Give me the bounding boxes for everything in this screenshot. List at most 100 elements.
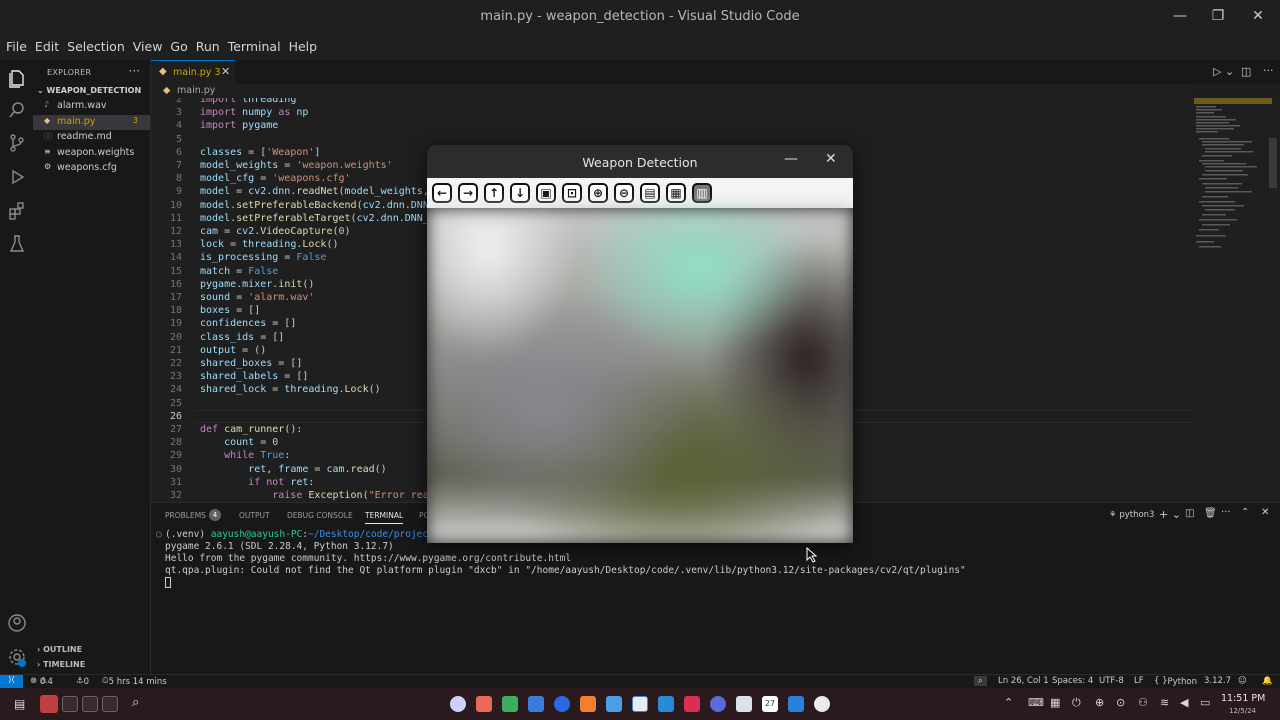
editor-more-icon[interactable]: ··· — [1263, 64, 1274, 77]
tab-main-py[interactable]: ◆ main.py 3 ✕ — [151, 60, 235, 84]
menu-go[interactable]: Go — [170, 39, 187, 54]
tray-wifi-icon[interactable]: ≋ — [1160, 696, 1169, 709]
language-mode[interactable]: { } Python — [1154, 676, 1197, 687]
weapon-detection-window[interactable]: Weapon Detection — ✕ ← → ↑ ↓ ▣ ⊡ ⊕ ⊖ ▤ ▦ ▥ — [427, 145, 853, 543]
breadcrumb-file[interactable]: main.py — [177, 85, 215, 96]
minimize-icon[interactable]: — — [1170, 8, 1190, 26]
image-icon[interactable]: ▣ — [536, 183, 556, 203]
menu-edit[interactable]: Edit — [35, 39, 59, 54]
clipboard-icon[interactable]: ▦ — [666, 183, 686, 203]
menu-help[interactable]: Help — [289, 39, 318, 54]
tray-download-icon[interactable]: ⊕ — [1095, 696, 1104, 709]
app-store-icon[interactable] — [476, 696, 492, 712]
windows-app-icon[interactable] — [606, 696, 622, 712]
workspace-3[interactable] — [82, 696, 98, 712]
copilot-icon[interactable]: ☺ — [1238, 676, 1247, 686]
menu-terminal[interactable]: Terminal — [228, 39, 281, 54]
editor-app-icon[interactable] — [632, 696, 648, 712]
workspace-folder[interactable]: ⌄ WEAPON_DETECTION — [37, 86, 141, 95]
file-item[interactable]: ≡ weapon.weights — [33, 146, 150, 161]
tray-volume-icon[interactable]: ◀ — [1180, 696, 1188, 709]
arrow-right-icon[interactable]: → — [458, 183, 478, 203]
settings-icon[interactable] — [710, 696, 726, 712]
tray-record-icon[interactable]: ⊙ — [1116, 696, 1125, 709]
workspace-1[interactable] — [40, 695, 58, 713]
arrow-down-icon[interactable]: ↓ — [510, 183, 530, 203]
zoom-icon[interactable]: ⌕ — [974, 676, 987, 686]
extensions-icon[interactable] — [7, 201, 27, 221]
vscode-icon[interactable] — [788, 696, 804, 712]
zoom-in-icon[interactable]: ⊕ — [588, 183, 608, 203]
outline-section[interactable]: › OUTLINE — [37, 645, 82, 654]
image-settings-icon[interactable]: ⊡ — [562, 183, 582, 203]
close-panel-icon[interactable]: ✕ — [1261, 507, 1269, 518]
problems-status[interactable]: ⊗ 0 ⚠ 4 — [30, 676, 53, 687]
tray-chevron-icon[interactable]: ⌃ — [1004, 696, 1013, 709]
browser-icon[interactable] — [554, 696, 570, 712]
chat-icon[interactable] — [658, 696, 674, 712]
menu-run[interactable]: Run — [196, 39, 220, 54]
trash-icon[interactable] — [736, 696, 752, 712]
close-tab-icon[interactable]: ✕ — [221, 65, 230, 78]
minimize-icon[interactable]: — — [784, 151, 800, 169]
music-icon[interactable] — [502, 696, 518, 712]
end-of-line[interactable]: LF — [1134, 676, 1144, 686]
run-debug-icon[interactable] — [7, 167, 27, 187]
zoom-out-icon[interactable]: ⊖ — [614, 183, 634, 203]
file-item[interactable]: ◆ main.py 3 — [33, 114, 150, 130]
indentation[interactable]: Spaces: 4 — [1052, 676, 1093, 686]
settings-gear-icon[interactable] — [7, 647, 27, 667]
python-version[interactable]: 3.12.7 — [1204, 676, 1231, 686]
panel-tab-terminal[interactable]: TERMINAL — [365, 511, 404, 524]
obs-icon[interactable] — [814, 696, 830, 712]
run-python-icon[interactable]: ▷ ⌄ — [1213, 65, 1234, 78]
file-item[interactable]: ⚙ weapons.cfg — [33, 161, 150, 176]
workspace-4[interactable] — [102, 696, 118, 712]
new-terminal-icon[interactable]: + ⌄ — [1159, 508, 1181, 521]
browser-2-icon[interactable] — [580, 696, 596, 712]
arrow-left-icon[interactable]: ← — [432, 183, 452, 203]
remote-indicator-icon[interactable]: ⟩⟨ — [0, 675, 23, 689]
menu-file[interactable]: File — [6, 39, 27, 54]
save-icon[interactable]: ▤ — [640, 183, 660, 203]
account-icon[interactable] — [7, 613, 27, 633]
close-icon[interactable]: ✕ — [1248, 8, 1268, 26]
tray-power-icon[interactable]: ⏻ — [1072, 696, 1081, 710]
close-icon[interactable]: ✕ — [825, 151, 841, 169]
menu-view[interactable]: View — [133, 39, 163, 54]
wakatime-status[interactable]: ⏲ 5 hrs 14 mins — [102, 676, 167, 687]
properties-icon[interactable]: ▥ — [692, 183, 712, 203]
mail-icon[interactable] — [684, 696, 700, 712]
file-item[interactable]: ⓘ readme.md — [33, 130, 150, 145]
explorer-icon[interactable] — [7, 68, 27, 88]
panel-tab-output[interactable]: OUTPUT — [239, 511, 270, 520]
panel-more-icon[interactable]: ··· — [1221, 507, 1231, 518]
split-terminal-icon[interactable]: ◫ — [1185, 508, 1194, 519]
kill-terminal-icon[interactable]: 🗑 — [1204, 508, 1217, 519]
ports-status[interactable]: ⚓ 0 — [76, 676, 89, 687]
terminal-cursor[interactable] — [165, 577, 171, 591]
cursor-position[interactable]: Ln 26, Col 1 — [998, 676, 1049, 686]
calendar-icon[interactable]: 27 — [762, 696, 778, 712]
source-control-icon[interactable] — [7, 133, 27, 153]
panel-tab-problems[interactable]: PROBLEMS — [165, 511, 206, 520]
tray-keyboard-icon[interactable]: ⌨ — [1028, 696, 1044, 709]
tray-clipboard-icon[interactable]: ▦ — [1050, 696, 1060, 709]
maximize-panel-icon[interactable]: ⌃ — [1241, 507, 1249, 518]
panel-tab-debug-console[interactable]: DEBUG CONSOLE — [287, 511, 353, 520]
launcher-icon[interactable] — [450, 696, 466, 712]
tray-network-icon[interactable]: ⚇ — [1138, 696, 1148, 709]
file-item[interactable]: ♪ alarm.wav — [33, 99, 150, 114]
maximize-icon[interactable]: ❐ — [1208, 8, 1228, 26]
workspace-2[interactable] — [62, 696, 78, 712]
file-manager-icon[interactable] — [528, 696, 544, 712]
app-menu-icon[interactable]: ▤ — [14, 697, 25, 711]
more-actions-icon[interactable]: ··· — [129, 64, 140, 78]
notifications-icon[interactable]: 🔔 — [1262, 676, 1273, 686]
terminal-shell-selector[interactable]: ⚘ python3 — [1109, 510, 1154, 520]
search-icon[interactable] — [7, 100, 27, 120]
menu-selection[interactable]: Selection — [67, 39, 125, 54]
encoding[interactable]: UTF-8 — [1099, 676, 1124, 686]
minimap[interactable] — [1191, 98, 1280, 502]
search-icon[interactable]: ⌕ — [132, 695, 139, 710]
